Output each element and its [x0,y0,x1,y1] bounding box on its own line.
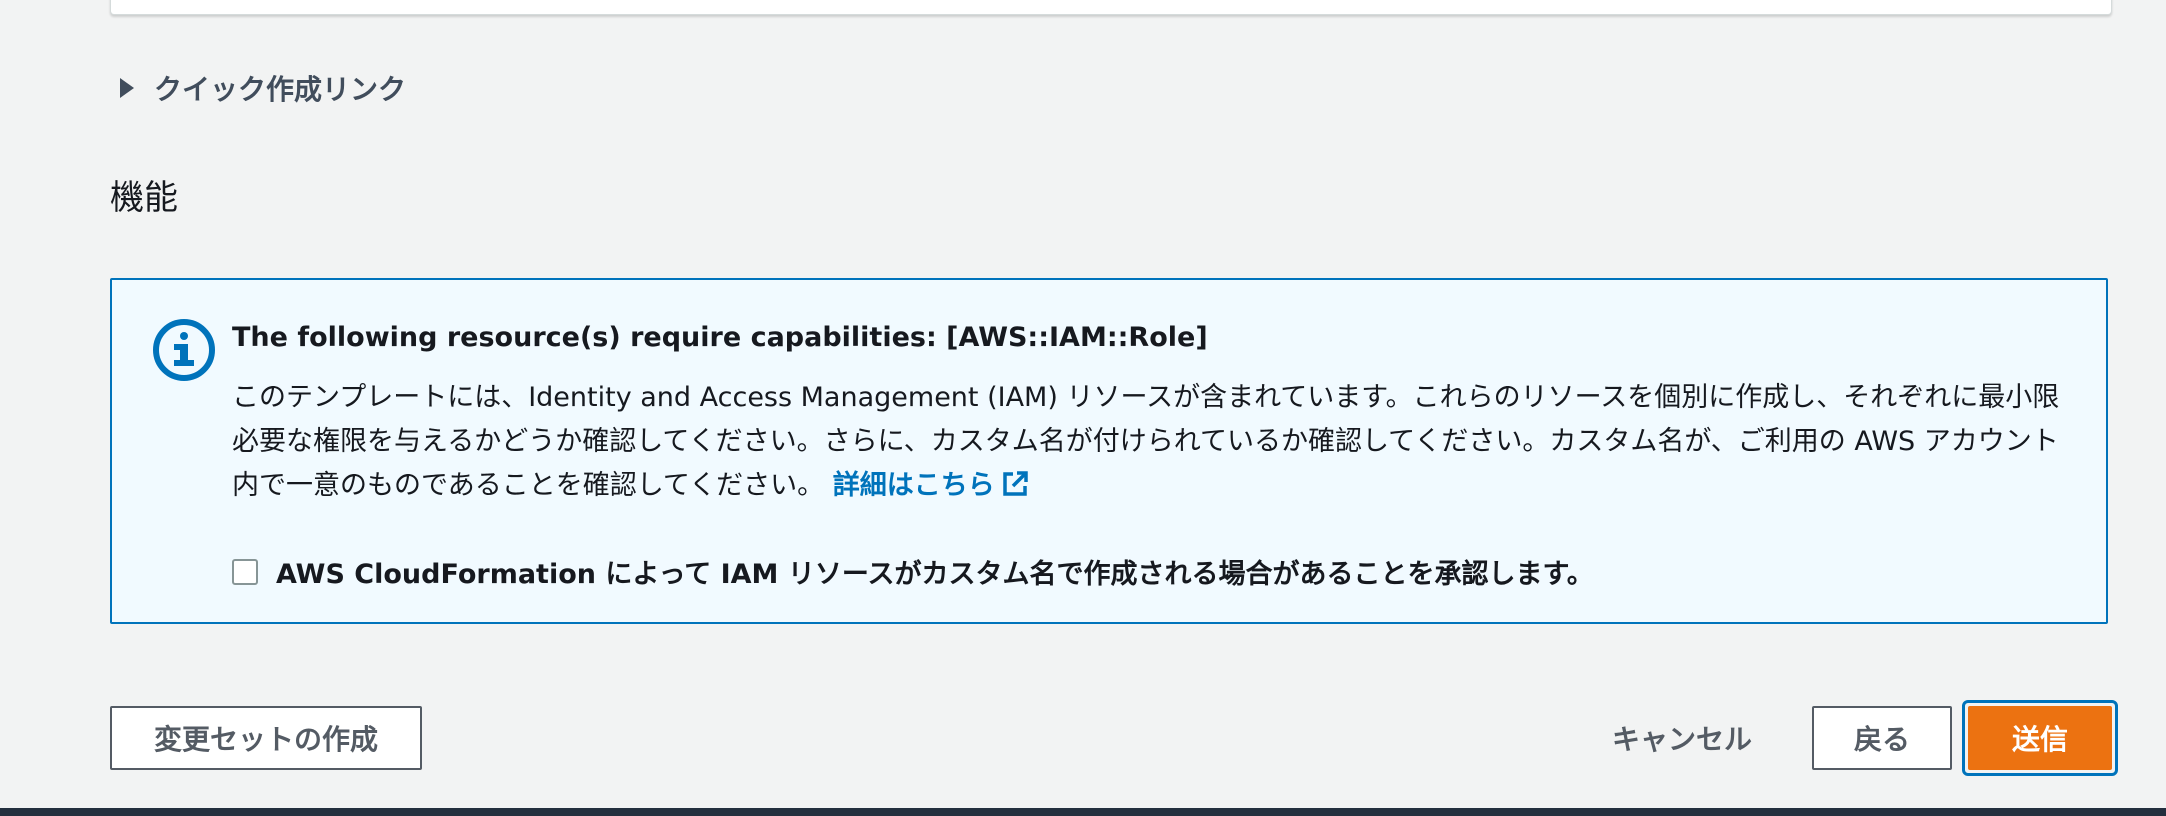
submit-button-focus-ring: 送信 [1962,700,2118,776]
acknowledge-iam-checkbox[interactable] [232,558,258,585]
acknowledgement-label[interactable]: AWS CloudFormation によって IAM リソースがカスタム名で作… [276,552,1594,591]
alert-body: このテンプレートには、Identity and Access Managemen… [232,376,2072,508]
footer-bar [0,808,2166,816]
cancel-button[interactable]: キャンセル [1592,706,1772,770]
back-button[interactable]: 戻る [1812,706,1952,770]
learn-more-label: 詳細はこちら [832,470,995,501]
learn-more-link[interactable]: 詳細はこちら [833,470,1029,501]
capabilities-heading: 機能 [110,178,178,218]
caret-right-icon [120,78,134,98]
submit-button[interactable]: 送信 [1968,706,2112,770]
previous-panel-bottom [110,0,2112,15]
quick-create-link-label: クイック作成リンク [154,73,407,106]
quick-create-link-expander[interactable]: クイック作成リンク [120,68,406,108]
external-link-icon [1002,471,1028,496]
acknowledgement-row[interactable]: AWS CloudFormation によって IAM リソースがカスタム名で作… [232,552,1594,591]
capabilities-info-alert: The following resource(s) require capabi… [110,278,2108,624]
alert-title: The following resource(s) require capabi… [232,322,1208,353]
info-icon [153,319,215,381]
create-changeset-button[interactable]: 変更セットの作成 [110,706,422,770]
alert-body-text: このテンプレートには、Identity and Access Managemen… [232,382,2060,501]
